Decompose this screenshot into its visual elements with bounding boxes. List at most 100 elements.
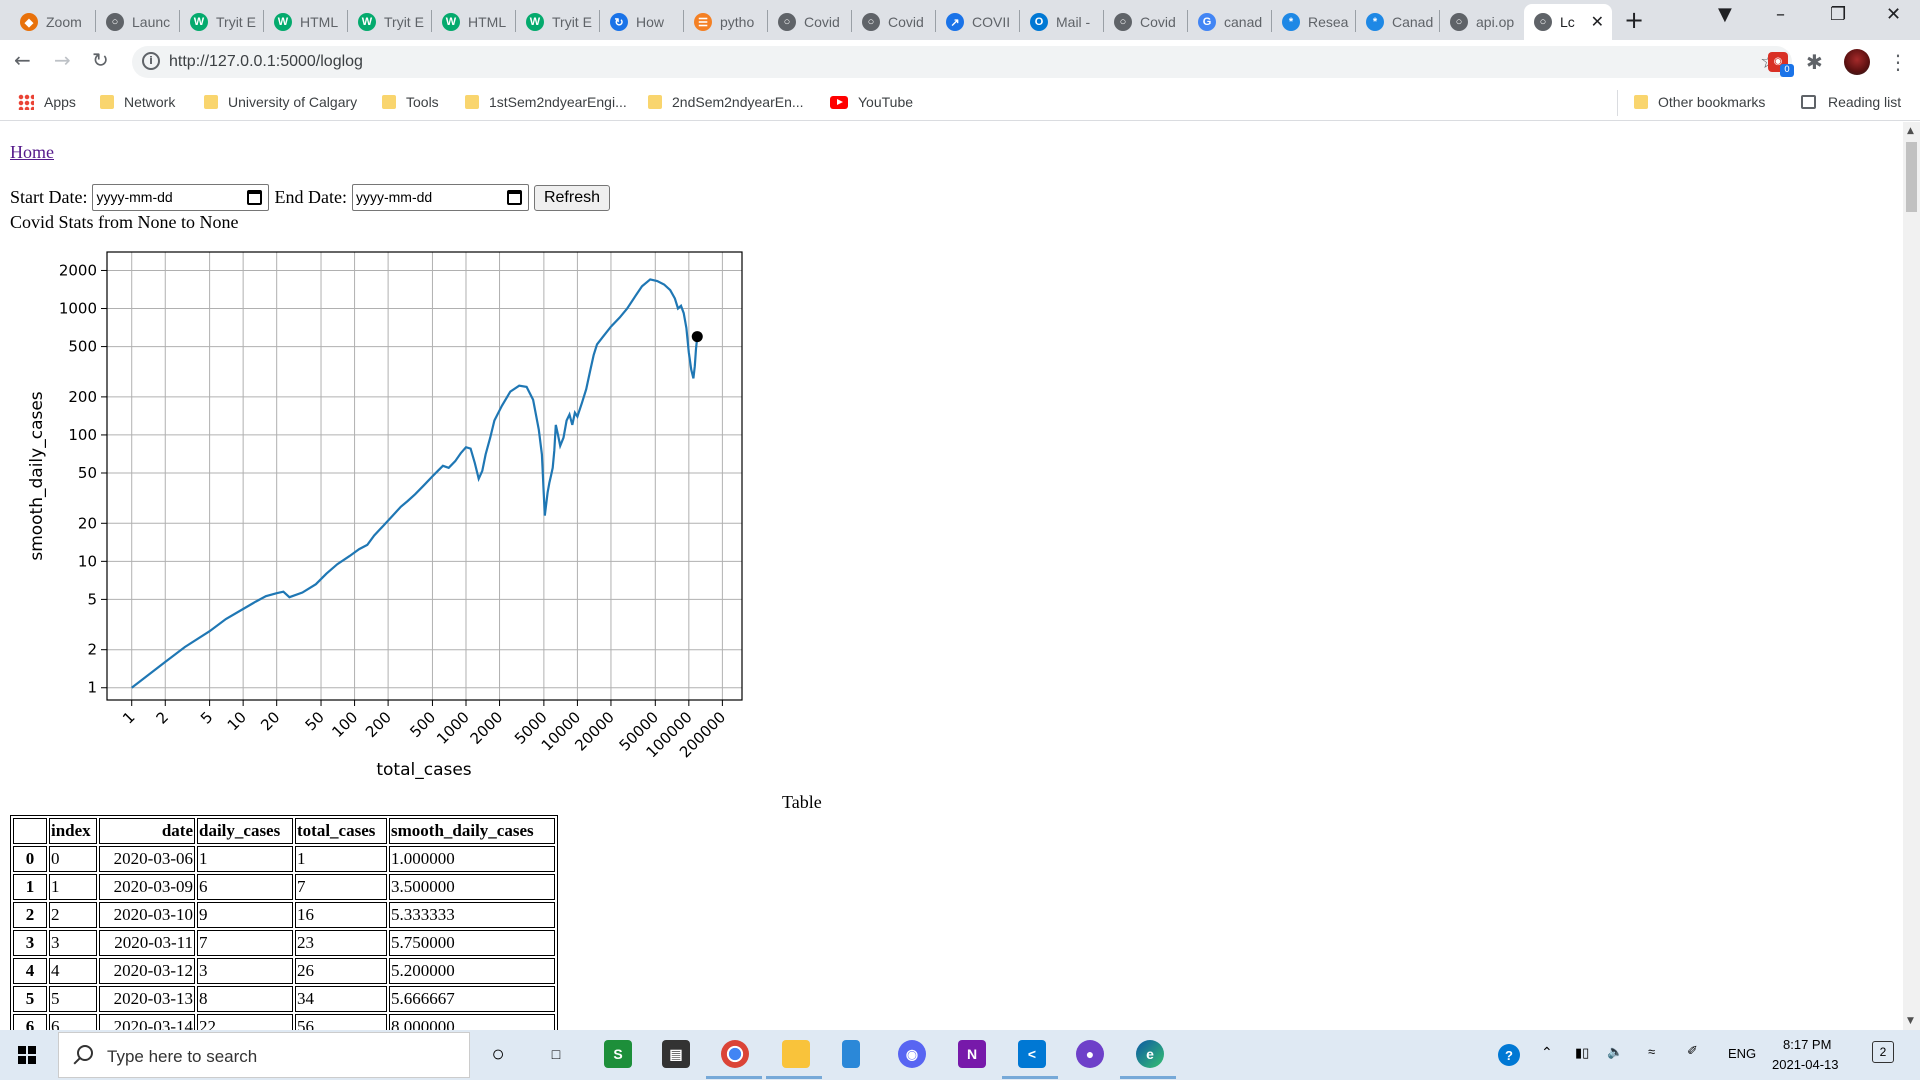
tab[interactable]: W Tryit E [180,4,264,40]
bookmark-network[interactable]: Network [100,94,175,110]
tab[interactable]: ○ Covid [768,4,852,40]
tab[interactable]: W Tryit E [348,4,432,40]
w3schools-icon: W [526,13,544,31]
battery-icon[interactable]: ▮▯ [1575,1045,1589,1061]
table-cell: 5.200000 [389,958,555,984]
browser-menu-icon[interactable]: ⋮ [1888,50,1908,74]
chrome-app-icon[interactable] [721,1040,749,1068]
forward-icon[interactable]: → [54,48,71,72]
close-tab-icon[interactable]: ✕ [1591,12,1604,32]
restore-icon[interactable]: ❐ [1830,4,1846,25]
back-icon[interactable]: ← [14,48,31,72]
task-view-icon[interactable]: □ [542,1040,570,1068]
tab[interactable]: ○ Covid [852,4,936,40]
reload-icon[interactable]: ↻ [92,48,109,72]
scrollbar-thumb[interactable] [1906,142,1917,212]
column-header[interactable]: smooth_daily_cases [389,818,555,844]
taskbar-search-box[interactable]: Type here to search [58,1032,470,1078]
table-cell: 26 [295,958,387,984]
bookmark-youtube[interactable]: YouTube [830,94,913,110]
onenote-app-icon[interactable]: N [958,1040,986,1068]
tab[interactable]: W Tryit E [516,4,600,40]
close-window-icon[interactable]: ✕ [1886,4,1901,25]
x-tick-label: 200 [362,708,395,741]
phone-app-icon[interactable] [842,1040,860,1068]
tab[interactable]: ○ Launc [96,4,180,40]
tab[interactable]: W HTML [264,4,348,40]
wifi-icon[interactable]: ≈ [1648,1044,1655,1059]
minimize-icon[interactable]: – [1776,4,1785,25]
other-bookmarks[interactable]: Other bookmarks [1634,94,1765,110]
site-info-icon[interactable]: i [142,52,160,70]
tab[interactable]: ↻ How [600,4,684,40]
home-link[interactable]: Home [10,142,54,163]
table-cell: 0 [49,846,97,872]
table-cell: 1 [49,874,97,900]
file-explorer-app-icon[interactable] [782,1040,810,1068]
calendar-icon[interactable] [506,190,522,205]
tab[interactable]: ○ Lc ✕ [1524,4,1612,40]
edge-app-icon[interactable]: e [1136,1040,1164,1068]
pen-icon[interactable]: ✐ [1687,1043,1698,1059]
column-header[interactable]: index [49,818,97,844]
start-windows-icon[interactable] [18,1046,36,1064]
tab[interactable]: O Mail - [1020,4,1104,40]
discord-app-icon[interactable]: ◉ [898,1040,926,1068]
y-tick-label: 500 [68,338,97,356]
bookmark-1st-sem[interactable]: 1stSem2ndyearEngi... [465,94,627,110]
scroll-up-icon[interactable]: ▲ [1907,126,1914,136]
tab[interactable]: * Resea [1272,4,1356,40]
page-scrollbar[interactable]: ▲ ▼ [1903,122,1920,1030]
vscode-app-icon[interactable]: < [1018,1040,1046,1068]
tab[interactable]: * Canad [1356,4,1440,40]
bookmark-tools[interactable]: Tools [382,94,439,110]
excel-app-icon[interactable]: S [604,1040,632,1068]
start-date-input[interactable]: yyyy-mm-dd [92,184,270,211]
tab[interactable]: ◆ Zoom [10,4,96,40]
extension-icon[interactable]: ◉ 0 [1768,52,1794,77]
profile-avatar[interactable] [1844,49,1870,75]
tab[interactable]: Gcanad [1188,4,1272,40]
refresh-button[interactable]: Refresh [533,184,610,211]
tab[interactable]: ○ Covid [1104,4,1188,40]
zoom-shield-icon: ◆ [20,13,38,31]
github-app-icon[interactable]: ● [1076,1040,1104,1068]
show-hidden-icons[interactable]: ⌃ [1541,1044,1553,1061]
calendar-icon[interactable] [247,190,263,205]
clock-date[interactable]: 2021-04-13 [1772,1057,1839,1072]
w3schools-icon: W [442,13,460,31]
end-date-input[interactable]: yyyy-mm-dd [351,184,529,211]
new-tab-button[interactable]: + [1624,6,1644,34]
table-header-row: index date daily_cases total_cases smooth_da… [13,818,555,844]
bookmark-apps[interactable]: Apps [18,94,76,110]
column-header[interactable]: total_cases [295,818,387,844]
x-tick-label: 100 [328,708,361,741]
cortana-icon[interactable]: ○ [484,1040,512,1068]
column-header[interactable]: date [99,818,195,844]
scroll-down-icon[interactable]: ▼ [1907,1016,1914,1026]
column-header[interactable]: daily_cases [197,818,293,844]
volume-icon[interactable]: 🔈 [1607,1044,1623,1060]
y-tick-label: 1000 [59,300,97,318]
page-content: Home Start Date: yyyy-mm-dd End Date: yy… [0,122,1900,1030]
tab-separator [263,10,264,32]
asterisk-icon: * [1282,13,1300,31]
reading-list[interactable]: Reading list [1801,94,1901,110]
notification-center-icon[interactable]: 2 [1872,1041,1894,1063]
store-app-icon[interactable]: ▤ [662,1040,690,1068]
extensions-puzzle-icon[interactable]: ✱ [1806,50,1823,74]
url-text[interactable]: http://127.0.0.1:5000/loglog [169,53,363,71]
plot-frame [106,251,743,701]
tab[interactable]: W HTML [432,4,516,40]
bookmark-university-of-calgary[interactable]: University of Calgary [204,94,357,110]
tab[interactable]: ☰ pytho [684,4,768,40]
tab[interactable]: ○ api.op [1440,4,1524,40]
column-header[interactable] [13,818,47,844]
bookmark-2nd-sem[interactable]: 2ndSem2ndyearEn... [648,94,804,110]
help-icon[interactable]: ? [1498,1044,1520,1066]
tab[interactable]: ↗ COVII [936,4,1020,40]
language-indicator[interactable]: ENG [1728,1046,1756,1061]
clock-time[interactable]: 8:17 PM [1783,1037,1831,1052]
tab-search-icon[interactable]: ▼ [1718,4,1732,25]
address-bar[interactable]: i http://127.0.0.1:5000/loglog ☆ [132,46,1792,78]
